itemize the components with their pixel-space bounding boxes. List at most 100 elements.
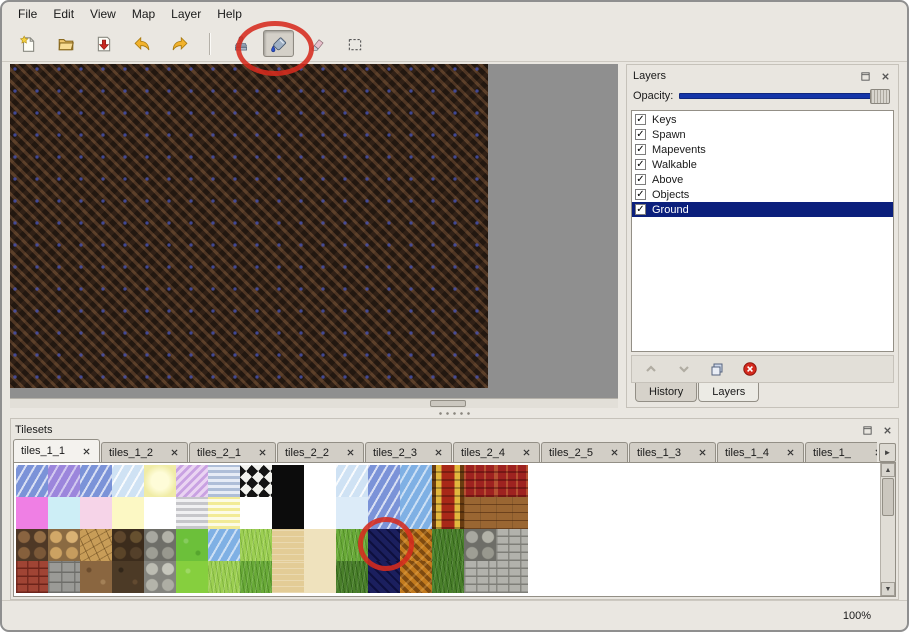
layer-row-mapevents[interactable]: ✓Mapevents (632, 142, 893, 157)
bucket-fill-tool-button[interactable] (263, 30, 294, 57)
tile-stones-gray[interactable] (144, 561, 176, 593)
layer-visibility-checkbox[interactable]: ✓ (635, 204, 646, 215)
eraser-tool-button[interactable] (301, 30, 332, 57)
tile-yellow-pale[interactable] (112, 497, 144, 529)
layer-row-keys[interactable]: ✓Keys (632, 112, 893, 127)
layer-row-spawn[interactable]: ✓Spawn (632, 127, 893, 142)
tile-stones-dark[interactable] (112, 529, 144, 561)
opacity-slider-handle[interactable] (870, 89, 890, 104)
tile-brick-red[interactable] (16, 561, 48, 593)
tileset-tab-tiles_1_[interactable]: tiles_1_ (805, 442, 877, 462)
open-map-button[interactable] (50, 30, 81, 57)
layer-visibility-checkbox[interactable]: ✓ (635, 114, 646, 125)
stamp-tool-button[interactable] (225, 30, 256, 57)
save-map-button[interactable] (88, 30, 119, 57)
tile-white[interactable] (144, 497, 176, 529)
tile-stripes-pink[interactable] (176, 465, 208, 497)
tile-wall-red[interactable] (464, 465, 496, 497)
layer-visibility-checkbox[interactable]: ✓ (635, 189, 646, 200)
delete-layer-button[interactable] (741, 360, 759, 378)
tile-grass-mid[interactable] (336, 529, 368, 561)
tile-wall-red[interactable] (496, 465, 528, 497)
tile-water-blue[interactable] (400, 497, 432, 529)
tile-grass-dark[interactable] (432, 561, 464, 593)
tile-cobble-gray[interactable] (144, 529, 176, 561)
tile-grass-dark[interactable] (432, 529, 464, 561)
layer-row-ground[interactable]: ✓Ground (632, 202, 893, 217)
layer-row-walkable[interactable]: ✓Walkable (632, 157, 893, 172)
tileset-tab-tiles_2_3[interactable]: tiles_2_3 (365, 442, 452, 462)
tile-sand-light[interactable] (272, 561, 304, 593)
tile-pink-pale[interactable] (80, 497, 112, 529)
menu-edit[interactable]: Edit (45, 4, 82, 24)
menu-file[interactable]: File (10, 4, 45, 24)
tile-blocks-gray[interactable] (48, 561, 80, 593)
tile-bricks-gray[interactable] (496, 529, 528, 561)
close-tab-icon[interactable] (433, 447, 444, 458)
layer-visibility-checkbox[interactable]: ✓ (635, 129, 646, 140)
redo-button[interactable] (164, 30, 195, 57)
tile-navy-dark[interactable] (368, 529, 400, 561)
tile-bricks-gray[interactable] (464, 561, 496, 593)
tile-white[interactable] (304, 465, 336, 497)
layer-visibility-checkbox[interactable]: ✓ (635, 159, 646, 170)
tile-pink[interactable] (16, 497, 48, 529)
tileset-tab-tiles_2_1[interactable]: tiles_2_1 (189, 442, 276, 462)
tileset-tab-tiles_2_5[interactable]: tiles_2_5 (541, 442, 628, 462)
tile-bricks-gray[interactable] (496, 561, 528, 593)
menu-map[interactable]: Map (124, 4, 163, 24)
float-panel-icon[interactable] (858, 69, 872, 83)
tile-grass-mid[interactable] (240, 561, 272, 593)
menu-view[interactable]: View (82, 4, 124, 24)
tile-green-lime[interactable] (176, 561, 208, 593)
close-tab-icon[interactable] (169, 447, 180, 458)
scroll-down-icon[interactable]: ▼ (881, 582, 895, 596)
tile-water-blue[interactable] (208, 529, 240, 561)
scrollbar-thumb[interactable] (882, 478, 894, 516)
tile-cracked-tan[interactable] (80, 529, 112, 561)
tile-water-blue[interactable] (400, 465, 432, 497)
menu-layer[interactable]: Layer (163, 4, 209, 24)
tile-water-streaks[interactable] (80, 465, 112, 497)
new-map-button[interactable] (12, 30, 43, 57)
tileset-tab-tiles_1_2[interactable]: tiles_1_2 (101, 442, 188, 462)
layer-visibility-checkbox[interactable]: ✓ (635, 174, 646, 185)
tile-stones-tan[interactable] (48, 529, 80, 561)
close-tab-icon[interactable] (81, 446, 92, 457)
tile-pillar-gold[interactable] (432, 465, 464, 497)
close-tab-icon[interactable] (697, 447, 708, 458)
tile-water-pale[interactable] (336, 465, 368, 497)
layer-visibility-checkbox[interactable]: ✓ (635, 144, 646, 155)
opacity-slider[interactable] (679, 93, 888, 99)
tile-dirt-brown[interactable] (80, 561, 112, 593)
horizontal-splitter[interactable] (2, 408, 907, 418)
close-tab-icon[interactable] (521, 447, 532, 458)
tile-water-pale[interactable] (112, 465, 144, 497)
float-panel-icon[interactable] (860, 423, 874, 437)
tile-pillar-gold[interactable] (432, 497, 464, 529)
tile-wood-planks[interactable] (464, 497, 496, 529)
tileset-tab-tiles_1_1[interactable]: tiles_1_1 (13, 439, 100, 462)
tile-weave-orange[interactable] (400, 529, 432, 561)
tile-green-bright[interactable] (176, 529, 208, 561)
menu-help[interactable]: Help (209, 4, 250, 24)
tile-cobble-gray[interactable] (464, 529, 496, 561)
map-horizontal-scrollbar[interactable] (10, 398, 618, 408)
tile-stripes-yellow[interactable] (208, 497, 240, 529)
duplicate-layer-button[interactable] (708, 360, 726, 378)
undo-button[interactable] (126, 30, 157, 57)
tile-grass-light[interactable] (240, 529, 272, 561)
tile-stones-brown[interactable] (16, 529, 48, 561)
tile-wood-planks[interactable] (496, 497, 528, 529)
close-tab-icon[interactable] (609, 447, 620, 458)
splitter-grip[interactable] (437, 411, 473, 416)
tile-cyan-pale[interactable] (48, 497, 80, 529)
tile-water-streaks[interactable] (368, 497, 400, 529)
close-tab-icon[interactable] (345, 447, 356, 458)
tile-navy-dark[interactable] (368, 561, 400, 593)
tile-checker-bw[interactable] (240, 465, 272, 497)
tile-black[interactable] (272, 465, 304, 497)
close-tab-icon[interactable] (873, 447, 877, 458)
tab-layers[interactable]: Layers (698, 383, 759, 402)
close-tab-icon[interactable] (785, 447, 796, 458)
